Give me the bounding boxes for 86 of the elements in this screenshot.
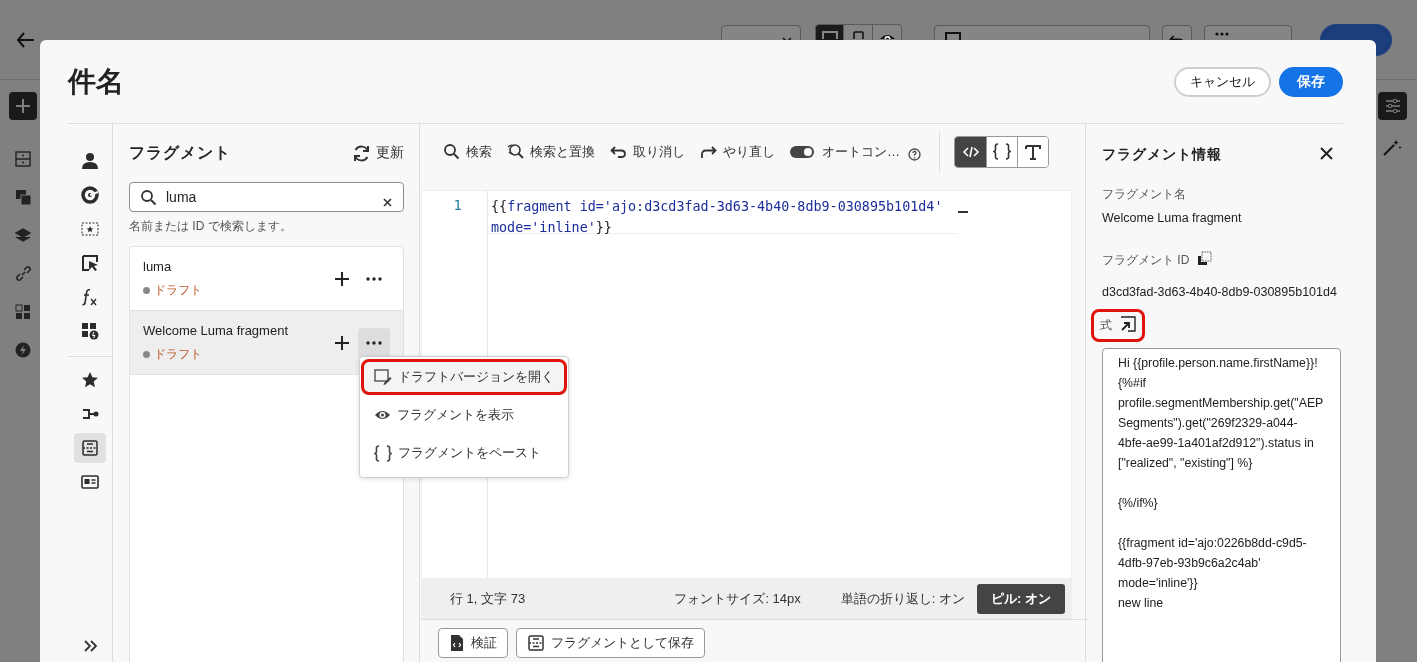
menu-item[interactable]: ドラフトバージョンを開く [361,359,567,395]
layers-icon [15,228,31,243]
bolt-icon [15,342,31,358]
panel-title: フラグメント [129,142,231,163]
save-button[interactable]: 保存 [1279,66,1343,97]
star-icon [81,371,99,389]
more-button[interactable] [358,327,390,358]
search-hint: 名前または ID で検索します。 [129,218,293,235]
field-label: フラグメント ID [1102,251,1190,269]
fragment-name: Welcome Luma fragment [1102,211,1243,225]
toggle-switch[interactable] [790,145,814,158]
expression-field[interactable]: Hi {{profile.person.name.firstName}}! {%#if profile.segmentMembership.get("AEPSegments").get("269f2329-a044-4bfe-ae99-1a401af2d912").status in ["realized", "existing"] %} {%/if%} {{fragment id='ajo:0226b8dd-c9d5-4dfb-97eb-93b9c6a2c4ab' mode='inline'}} new line [1102,348,1341,662]
toggle-label: オートコン… [822,142,900,161]
plus-icon [335,335,349,350]
fragment-name: Welcome Luma fragment [143,322,289,338]
toolbar-button[interactable]: 検索 [443,142,492,161]
braces-icon [993,143,1011,161]
status-dot [143,350,150,358]
text-icon [1024,142,1042,161]
mode-toggle[interactable] [986,136,1017,167]
sliders-icon [1384,98,1401,114]
grid-bolt-icon [81,322,99,340]
plus-icon [16,99,30,113]
back-arrow-icon [16,30,34,49]
action-button[interactable]: 検証 [438,628,508,659]
search-replace-icon [507,143,524,161]
toolbar-button[interactable]: 検索と置換 [507,142,595,161]
pill-toggle[interactable]: ピル: オン [977,584,1065,615]
panel-title: フラグメント情報 [1102,146,1222,164]
word-wrap-status: 単語の折り返し: オン [840,590,966,609]
dialog-title: 件名 [68,64,125,99]
font-size-status: フォントサイズ: 14px [674,590,801,609]
drawer-icon [15,151,31,167]
toolbar-button[interactable]: やり直し [700,142,775,161]
link-icon [14,265,32,282]
field-label: フラグメント名 [1102,186,1187,203]
action-button[interactable]: フラグメントとして保存 [516,628,705,659]
magic-wand-icon [1383,138,1402,156]
ellipsis-icon [1215,31,1229,36]
plus-icon [335,271,349,286]
help-icon [908,147,921,161]
open-expression-button[interactable] [1120,316,1136,335]
person-icon [81,152,99,170]
edit-box-icon [374,368,392,386]
mode-toggle[interactable] [1017,136,1048,167]
id-card-icon [81,473,99,491]
status-label: ドラフト [154,345,202,363]
clear-icon [383,198,392,207]
copy-icon [1197,251,1213,266]
document-code-icon [449,634,465,653]
ellipsis-icon [366,276,382,281]
search-icon [443,143,460,161]
status-dot [143,286,150,294]
line-number: 1 [453,196,462,213]
fragment-item[interactable]: Welcome Luma fragment ドラフト [130,311,403,375]
refresh-icon [353,144,370,162]
phone-icon [851,30,865,39]
braces-icon [374,444,392,462]
cursor-frame-icon [81,254,99,272]
code-line: {{fragment id='ajo:d3cd3fad-3d63-4b40-8db9-030895b101d4' mode='inline'}} [491,198,944,235]
rail-tab[interactable] [74,433,106,463]
search-field[interactable]: luma [129,182,404,212]
cancel-button[interactable]: キャンセル [1174,66,1271,97]
mode-toggle[interactable] [955,136,986,167]
function-icon [81,288,99,306]
cursor-position: 行 1, 文字 73 [450,590,526,609]
minimap-marker [958,210,968,213]
redo-icon [700,143,717,161]
fragment-id: d3cd3fad-3d63-4b40-8db9-030895b101d4 [1102,285,1338,299]
settings-button[interactable] [1378,92,1407,120]
field-label: 式 [1100,317,1112,334]
media-icon [14,189,32,206]
status-label: ドラフト [154,281,202,299]
toolbar-button[interactable]: 取り消し [610,142,685,161]
expand-arrow-icon [1120,316,1136,332]
close-icon [1320,147,1333,160]
pie-icon [81,186,99,204]
expand-icon [83,640,97,652]
star-frame-icon [81,220,99,238]
fragment-name: luma [143,258,173,274]
fragment-icon [81,439,99,457]
fragment-icon [527,634,545,653]
grid-icon [15,304,31,320]
ellipsis-icon [366,340,382,345]
refresh-button[interactable]: 更新 [353,144,404,162]
search-icon [140,189,157,206]
